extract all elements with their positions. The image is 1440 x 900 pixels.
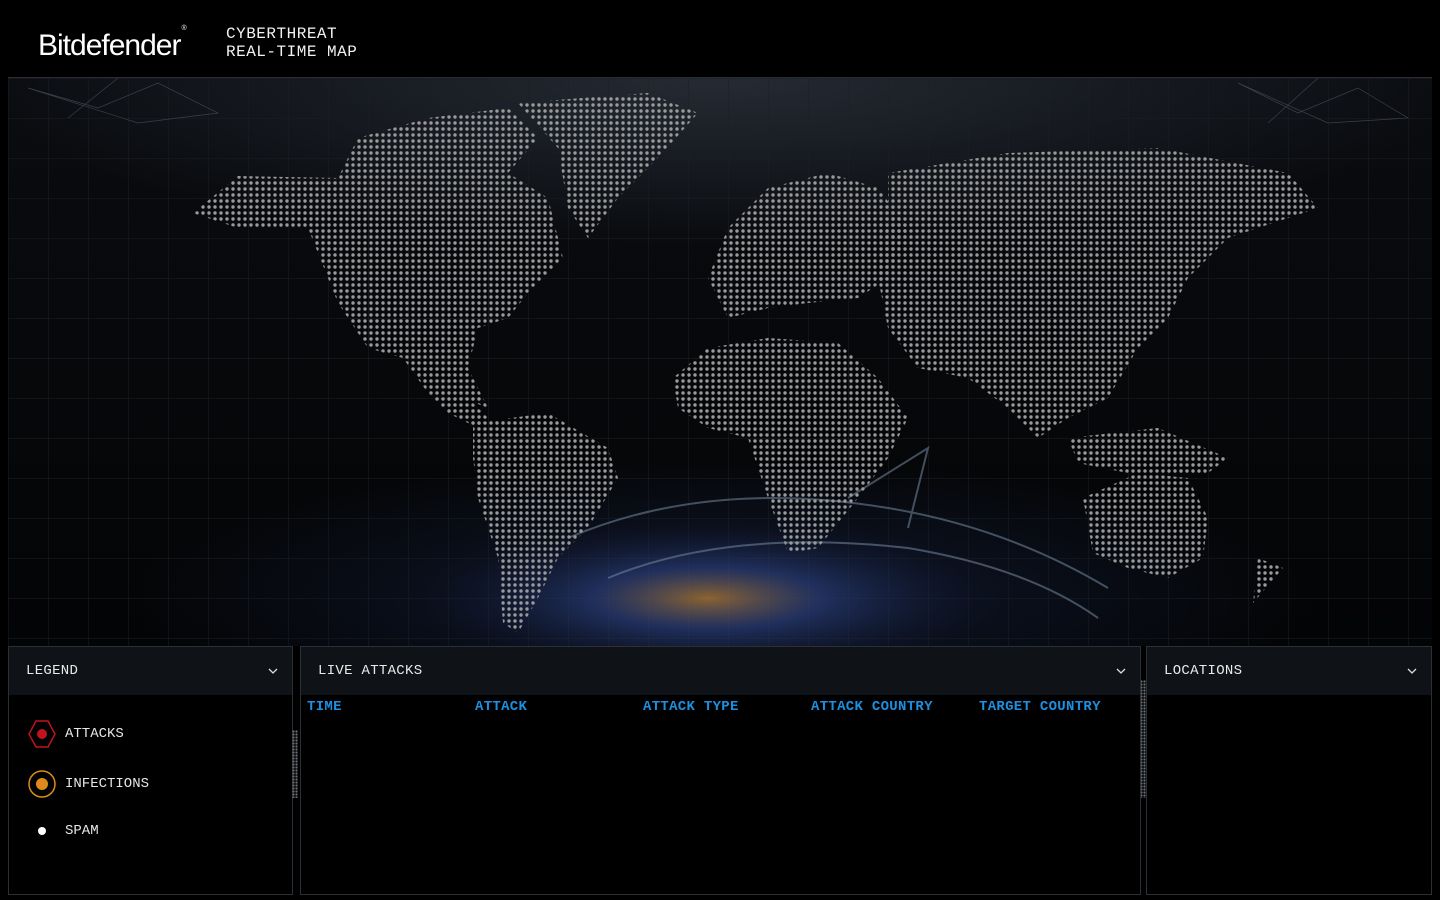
legend-item-spam: SPAM — [27, 816, 99, 846]
locations-panel-title: LOCATIONS — [1164, 663, 1243, 679]
dotted-world-map — [8, 78, 1432, 646]
legend-label-spam: SPAM — [65, 823, 99, 839]
world-threat-map[interactable] — [8, 77, 1432, 646]
live-attacks-panel-title: LIVE ATTACKS — [318, 663, 423, 679]
column-header-time[interactable]: TIME — [307, 699, 475, 715]
chevron-down-icon[interactable] — [266, 664, 280, 678]
dot-white-icon — [27, 816, 57, 846]
column-header-target-country[interactable]: TARGET COUNTRY — [979, 699, 1147, 715]
page-title-line-1: CYBERTHREAT — [226, 25, 338, 43]
locations-panel-header[interactable]: LOCATIONS — [1147, 647, 1431, 695]
chevron-down-icon[interactable] — [1405, 664, 1419, 678]
live-attacks-panel: LIVE ATTACKS TIME ATTACK ATTACK TYPE ATT… — [300, 646, 1141, 895]
top-header: Bitdefender® CYBERTHREAT REAL-TIME MAP — [0, 0, 1440, 78]
hexagon-red-icon — [27, 719, 57, 749]
bitdefender-logo[interactable]: Bitdefender® — [38, 25, 187, 64]
legend-label-infections: INFECTIONS — [65, 776, 150, 792]
column-header-attack[interactable]: ATTACK — [475, 699, 643, 715]
circle-orange-icon — [27, 769, 57, 799]
brand-name: Bitdefender — [38, 29, 181, 62]
page-title-line-2: REAL-TIME MAP — [226, 43, 358, 61]
locations-panel: LOCATIONS — [1146, 646, 1432, 895]
chevron-down-icon[interactable] — [1114, 664, 1128, 678]
legend-label-attacks: ATTACKS — [65, 726, 124, 742]
page-title: CYBERTHREAT REAL-TIME MAP — [226, 25, 357, 61]
legend-panel-header[interactable]: LEGEND — [9, 647, 292, 695]
legend-panel: LEGEND ATTACKS INFECTIONS SPAM — [8, 646, 293, 895]
panel-divider-decoration — [292, 730, 298, 798]
legend-panel-title: LEGEND — [26, 663, 79, 679]
legend-item-attacks: ATTACKS — [27, 719, 124, 749]
legend-item-infections: INFECTIONS — [27, 769, 149, 799]
column-header-attack-type[interactable]: ATTACK TYPE — [643, 699, 811, 715]
registered-mark: ® — [181, 25, 187, 32]
live-attacks-table-header: TIME ATTACK ATTACK TYPE ATTACK COUNTRY T… — [307, 699, 1147, 715]
column-header-attack-country[interactable]: ATTACK COUNTRY — [811, 699, 979, 715]
live-attacks-panel-header[interactable]: LIVE ATTACKS — [301, 647, 1140, 695]
